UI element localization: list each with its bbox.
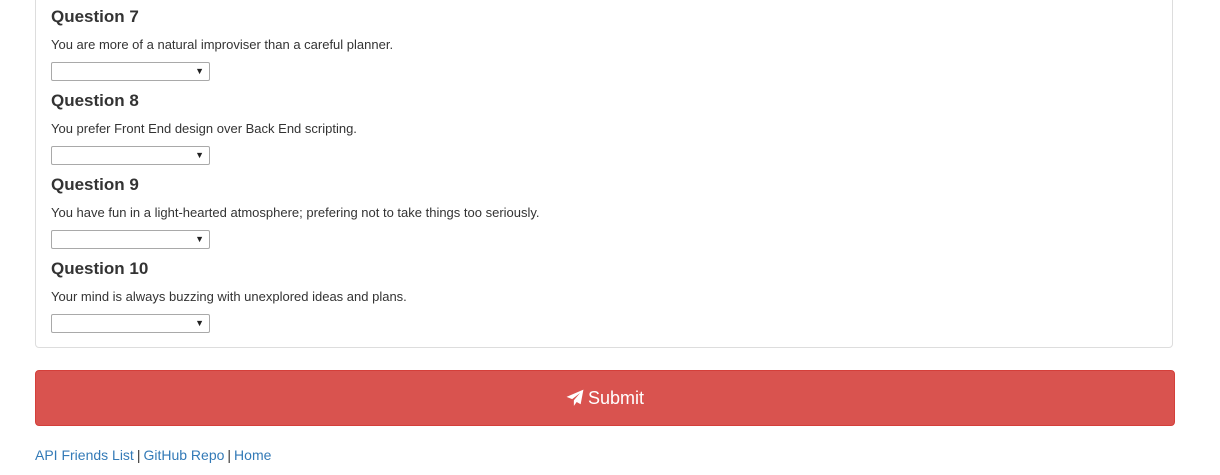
question-10-title: Question 10 — [51, 259, 149, 278]
question-9-text: You have fun in a light-hearted atmosphe… — [51, 205, 540, 220]
question-10-select[interactable]: ▼ — [51, 314, 210, 333]
submit-label: Submit — [587, 387, 645, 408]
submit-button[interactable]: Submit — [35, 370, 1175, 426]
question-8-text: You prefer Front End design over Back En… — [51, 121, 357, 136]
footer-separator: | — [227, 447, 232, 463]
question-7-title: Question 7 — [51, 7, 139, 26]
question-8-select[interactable]: ▼ — [51, 146, 210, 165]
api-friends-list-link[interactable]: API Friends List — [35, 447, 134, 463]
question-8-title: Question 8 — [51, 91, 139, 110]
github-repo-link[interactable]: GitHub Repo — [143, 447, 224, 463]
dropdown-arrow-icon: ▼ — [195, 318, 204, 328]
question-9-title: Question 9 — [51, 175, 139, 194]
dropdown-arrow-icon: ▼ — [195, 234, 204, 244]
question-7-text: You are more of a natural improviser tha… — [51, 37, 394, 52]
footer-links: API Friends List | GitHub Repo | Home — [35, 447, 271, 463]
dropdown-arrow-icon: ▼ — [195, 66, 204, 76]
home-link[interactable]: Home — [234, 447, 271, 463]
footer-separator: | — [136, 447, 141, 463]
question-7-select[interactable]: ▼ — [51, 62, 210, 81]
question-9-select[interactable]: ▼ — [51, 230, 210, 249]
dropdown-arrow-icon: ▼ — [195, 150, 204, 160]
paper-plane-icon — [566, 389, 584, 406]
question-10-text: Your mind is always buzzing with unexplo… — [51, 289, 407, 304]
